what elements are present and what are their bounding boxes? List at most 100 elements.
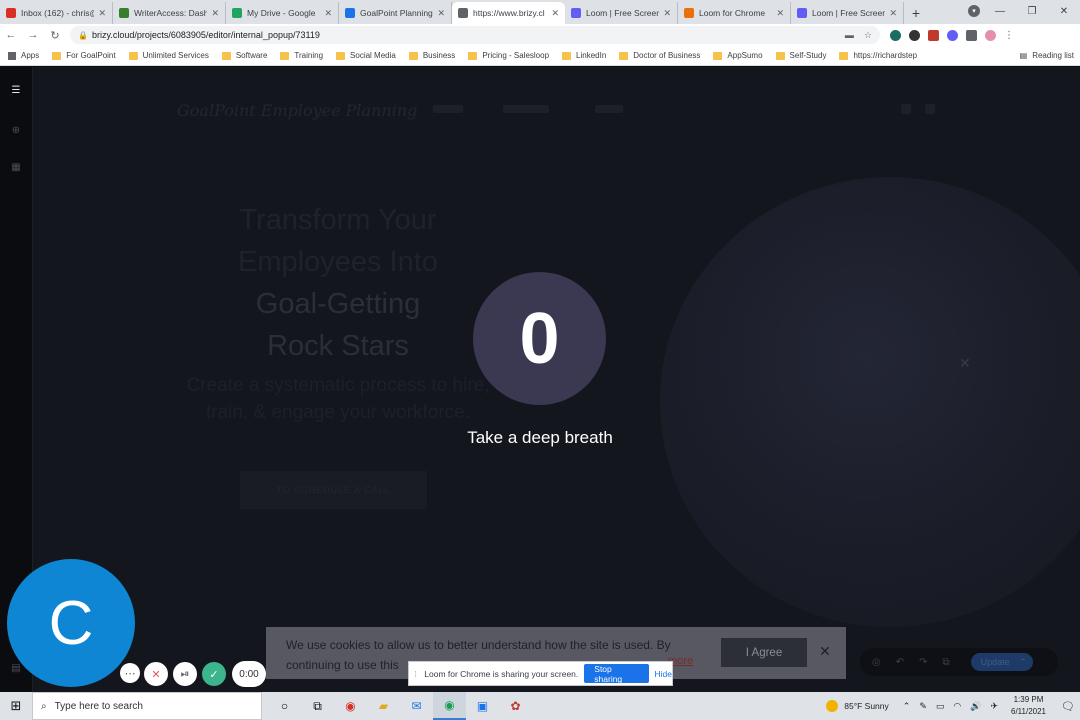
address-bar[interactable]: 🔒 brizy.cloud/projects/6083905/editor/in… bbox=[70, 26, 880, 44]
pause-icon[interactable]: ⏯ bbox=[173, 662, 197, 686]
preview-hidden-icon[interactable]: ◎ bbox=[872, 657, 881, 668]
reload-icon[interactable]: ↻ bbox=[44, 29, 66, 42]
profile-avatar-icon[interactable] bbox=[985, 29, 996, 41]
browser-tab[interactable]: Loom | Free Screen ✕ bbox=[791, 2, 904, 24]
hero-headline[interactable]: Transform Your Employees Into Goal-Getti… bbox=[183, 199, 493, 367]
close-icon[interactable]: ✕ bbox=[959, 355, 971, 372]
extension-icon-3[interactable] bbox=[928, 29, 939, 41]
mail-icon[interactable]: ✉ bbox=[400, 692, 433, 720]
browser-tab[interactable]: My Drive - Google ✕ bbox=[226, 2, 339, 24]
stop-sharing-button[interactable]: Stop sharing bbox=[584, 664, 649, 684]
app-icon[interactable]: ✿ bbox=[499, 692, 532, 720]
bookmark-item[interactable]: LinkedIn bbox=[562, 51, 606, 60]
bookmark-item[interactable]: Social Media bbox=[336, 51, 396, 60]
external-preview-icon[interactable]: ⧉ bbox=[943, 657, 950, 668]
weather-widget[interactable]: 85°F Sunny bbox=[826, 700, 889, 712]
tab-close-icon[interactable]: ✕ bbox=[551, 8, 559, 19]
hide-button[interactable]: Hide bbox=[655, 669, 672, 679]
menu-icon[interactable]: ☰ bbox=[10, 85, 22, 97]
google-drive-icon bbox=[232, 8, 242, 18]
chrome-profile-icon[interactable]: ◉ bbox=[334, 692, 367, 720]
more-options-icon[interactable]: ⋯ bbox=[120, 663, 140, 683]
bookmark-item[interactable]: Self-Study bbox=[775, 51, 826, 60]
browser-tab[interactable]: GoalPoint Planning ✕ bbox=[339, 2, 452, 24]
bookmark-item[interactable]: AppSumo bbox=[713, 51, 763, 60]
add-element-icon[interactable]: ⊕ bbox=[10, 125, 22, 137]
cancel-recording-icon[interactable]: ✕ bbox=[144, 662, 168, 686]
bookmark-item[interactable]: Software bbox=[221, 51, 267, 60]
browser-tab[interactable]: Loom for Chrome ✕ bbox=[678, 2, 791, 24]
loom-extension-icon[interactable] bbox=[947, 29, 958, 41]
browser-tab[interactable]: WriterAccess: Dash ✕ bbox=[113, 2, 226, 24]
bookmark-item[interactable]: Pricing - Salesloop bbox=[468, 51, 549, 60]
bookmark-item[interactable]: https://richardstep bbox=[839, 51, 917, 60]
volume-icon[interactable]: 🔊 bbox=[970, 701, 981, 712]
pen-icon[interactable]: ✎ bbox=[919, 701, 927, 712]
bookmark-item[interactable]: Unlimited Services bbox=[128, 51, 209, 60]
task-view-icon[interactable]: ⧉ bbox=[301, 692, 334, 720]
loom-camera-bubble[interactable]: C bbox=[7, 559, 135, 687]
cortana-icon[interactable]: ○ bbox=[268, 692, 301, 720]
new-tab-icon[interactable]: + bbox=[904, 2, 928, 24]
pages-icon[interactable]: ▤ bbox=[10, 663, 22, 675]
wifi-icon[interactable]: ◠ bbox=[953, 701, 961, 712]
sun-icon bbox=[826, 700, 839, 712]
tab-close-icon[interactable]: ✕ bbox=[663, 8, 671, 19]
forward-icon[interactable]: → bbox=[22, 29, 44, 41]
chevron-up-icon[interactable]: ⌃ bbox=[903, 701, 911, 712]
battery-icon[interactable]: ▭ bbox=[936, 701, 945, 712]
tab-close-icon[interactable]: ✕ bbox=[889, 8, 897, 19]
hero-image-circle[interactable] bbox=[660, 177, 1080, 627]
chevron-up-icon[interactable]: ⌃ bbox=[1019, 657, 1027, 668]
tab-close-icon[interactable]: ✕ bbox=[324, 8, 332, 19]
bookmark-label: Business bbox=[422, 51, 456, 60]
windows-start-icon[interactable]: ⊞ bbox=[0, 692, 32, 720]
site-brand: GoalPoint Employee Planning bbox=[177, 101, 418, 120]
finish-recording-icon[interactable]: ✓ bbox=[202, 662, 226, 686]
network-icon[interactable]: ✈ bbox=[990, 701, 998, 712]
headline-line: Goal-Getting bbox=[255, 288, 421, 320]
taskbar: ⊞ ⌕ Type here to search ○ ⧉ ◉ ▰ ✉ ◉ ▣ ✿ … bbox=[0, 692, 1080, 720]
browser-tab[interactable]: Inbox (162) - chris@ ✕ bbox=[0, 2, 113, 24]
browser-tab[interactable]: https://www.brizy.cl ✕ bbox=[452, 2, 565, 24]
drag-handle-icon[interactable]: ⁞ bbox=[411, 669, 420, 679]
browser-tab[interactable]: Loom | Free Screen ✕ bbox=[565, 2, 678, 24]
maximize-icon[interactable]: ❐ bbox=[1016, 6, 1048, 17]
puzzle-icon[interactable] bbox=[966, 29, 977, 41]
bookmark-item[interactable]: For GoalPoint bbox=[52, 51, 116, 60]
update-button[interactable]: Update ⌃ bbox=[970, 653, 1033, 671]
tab-close-icon[interactable]: ✕ bbox=[437, 8, 445, 19]
extension-icon-2[interactable] bbox=[909, 29, 920, 41]
clock[interactable]: 1:39 PM 6/11/2021 bbox=[1011, 694, 1046, 718]
bookmark-item[interactable]: Doctor of Business bbox=[619, 51, 700, 60]
calendar-app-icon[interactable]: ▣ bbox=[466, 692, 499, 720]
undo-icon[interactable]: ↶ bbox=[896, 657, 904, 668]
chrome-icon[interactable]: ◉ bbox=[433, 692, 466, 720]
camera-blocked-icon[interactable]: ▬ bbox=[845, 30, 854, 41]
file-explorer-icon[interactable]: ▰ bbox=[367, 692, 400, 720]
minimize-icon[interactable]: — bbox=[984, 6, 1016, 17]
tab-close-icon[interactable]: ✕ bbox=[776, 8, 784, 19]
bookmark-item[interactable]: Business bbox=[408, 51, 456, 60]
cookie-close-icon[interactable]: ✕ bbox=[819, 643, 831, 660]
extension-icon-1[interactable] bbox=[890, 29, 901, 41]
close-window-icon[interactable]: ✕ bbox=[1048, 6, 1080, 17]
cookie-agree-button[interactable]: I Agree bbox=[721, 638, 807, 667]
blocks-icon[interactable]: ▦ bbox=[10, 162, 22, 174]
hero-subheadline[interactable]: Create a systematic process to hire, tra… bbox=[173, 372, 503, 426]
tab-close-icon[interactable]: ✕ bbox=[98, 8, 106, 19]
bookmark-star-icon[interactable]: ☆ bbox=[864, 30, 872, 41]
tab-close-icon[interactable]: ✕ bbox=[211, 8, 219, 19]
taskbar-search[interactable]: ⌕ Type here to search bbox=[32, 692, 262, 720]
bookmark-item[interactable]: Apps bbox=[8, 51, 39, 60]
tab-search-icon[interactable]: ▾ bbox=[968, 5, 980, 17]
menu-kebab-icon[interactable]: ⋮ bbox=[1004, 30, 1014, 41]
bookmark-item[interactable]: Training bbox=[280, 51, 323, 60]
notifications-icon[interactable]: 🗨 bbox=[1056, 700, 1080, 713]
reading-list[interactable]: ▤ Reading list bbox=[1020, 51, 1074, 60]
gmail-icon bbox=[6, 8, 16, 18]
redo-icon[interactable]: ↷ bbox=[919, 657, 927, 668]
search-icon: ⌕ bbox=[41, 700, 47, 712]
back-icon[interactable]: ← bbox=[0, 29, 22, 41]
schedule-call-button[interactable]: TO SCHEDULE A CALL bbox=[240, 471, 427, 509]
